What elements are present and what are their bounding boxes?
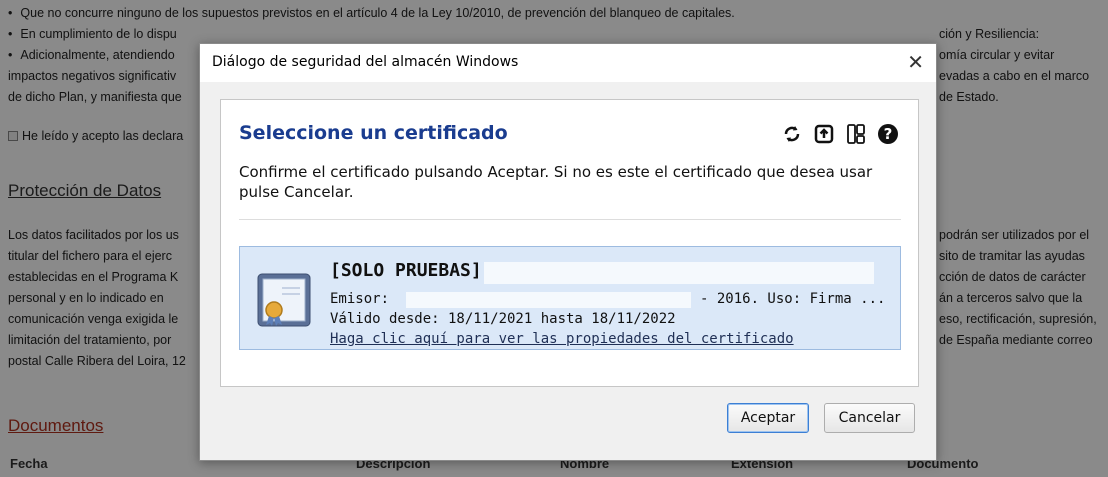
certificate-issuer-label: Emisor: (330, 291, 390, 307)
certificate-issuer-tail: - 2016. Uso: Firma ... (700, 291, 886, 307)
dialog-description: Confirme el certificado pulsando Aceptar… (239, 163, 873, 201)
redacted-name-block (484, 262, 874, 284)
certificate-icon (254, 270, 314, 330)
help-icon[interactable]: ? (876, 122, 900, 146)
certificate-name: [SOLO PRUEBAS] (330, 260, 482, 281)
dialog-titlebar: Diálogo de seguridad del almacén Windows… (200, 44, 936, 82)
import-icon[interactable] (812, 122, 836, 146)
close-icon[interactable]: ✕ (907, 50, 924, 74)
dialog-heading: Seleccione un certificado (239, 122, 508, 144)
certificate-dialog: Diálogo de seguridad del almacén Windows… (199, 43, 937, 461)
toolbar: ? (780, 122, 900, 146)
accept-button[interactable]: Aceptar (727, 403, 809, 433)
certificate-validity: Válido desde: 18/11/2021 hasta 18/11/202… (330, 311, 676, 327)
certificate-panel: Seleccione un certificado ? Confirme el … (220, 99, 919, 387)
redacted-issuer-block (406, 292, 691, 308)
certificate-item[interactable]: [SOLO PRUEBAS] Emisor: - 2016. Uso: Firm… (239, 246, 901, 350)
dialog-title: Diálogo de seguridad del almacén Windows (212, 54, 519, 70)
svg-text:?: ? (884, 125, 893, 143)
cancel-button[interactable]: Cancelar (824, 403, 915, 433)
divider (239, 219, 901, 220)
refresh-icon[interactable] (780, 122, 804, 146)
certificate-store-icon[interactable] (844, 122, 868, 146)
certificate-properties-link[interactable]: Haga clic aquí para ver las propiedades … (330, 331, 794, 347)
